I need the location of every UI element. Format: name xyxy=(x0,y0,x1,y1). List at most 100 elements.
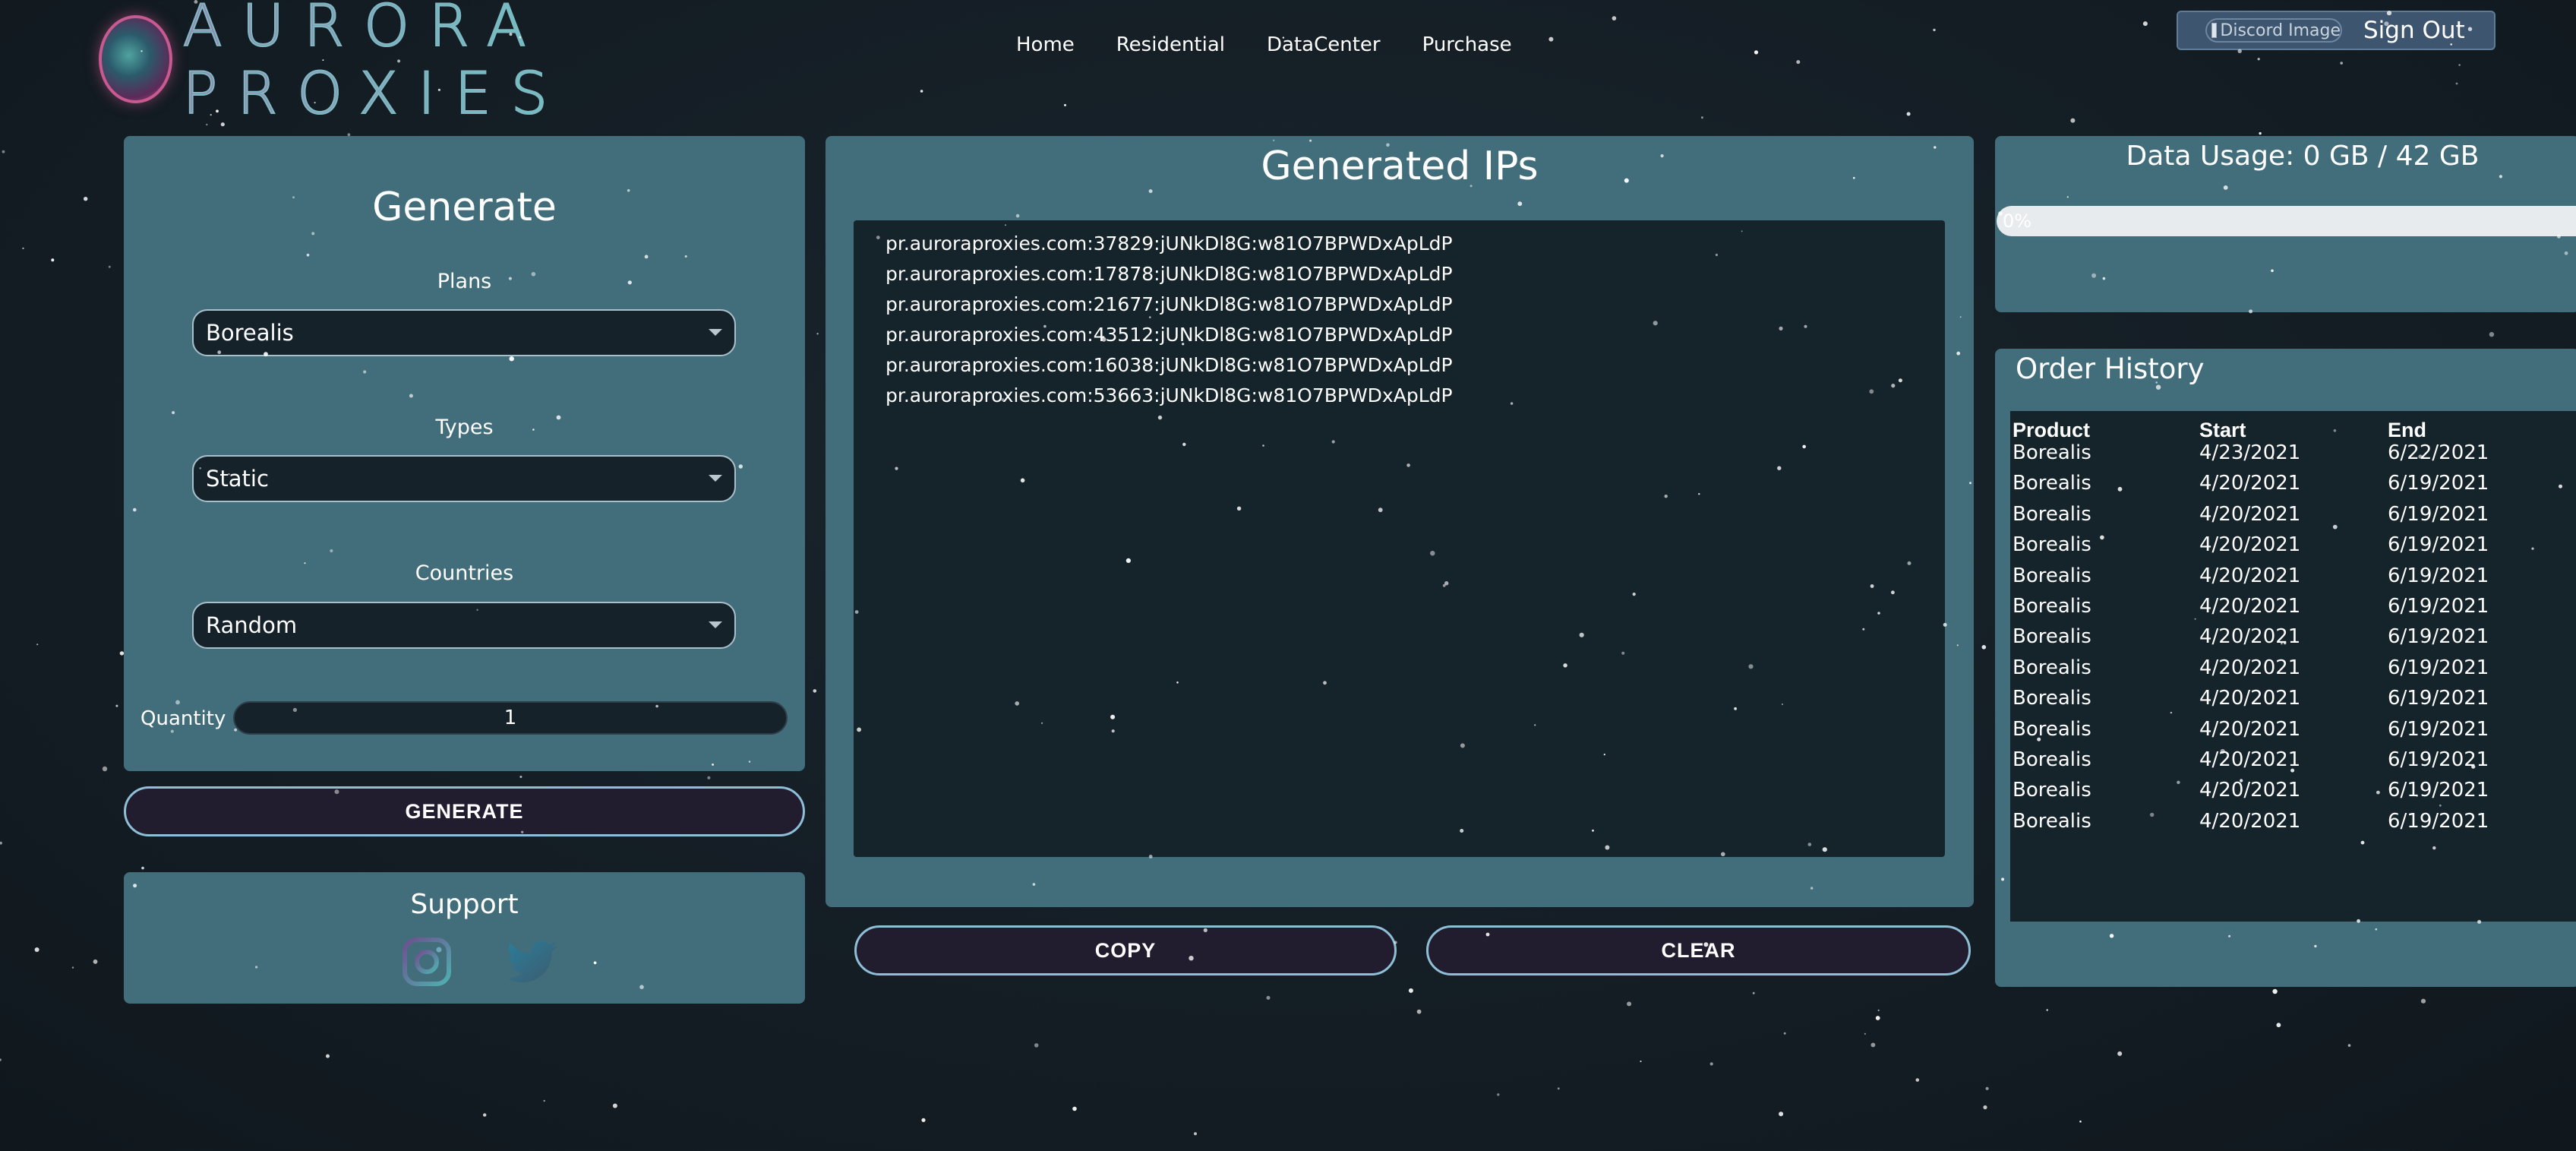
table-row: Borealis 4/20/2021 6/19/2021 xyxy=(2010,779,2576,809)
brand-name: AURORA PROXIES xyxy=(182,0,828,128)
countries-value: Random xyxy=(206,612,298,638)
support-panel: Support xyxy=(124,872,805,1004)
brand-logo[interactable]: AURORA PROXIES xyxy=(99,0,828,128)
cell-start: 4/20/2021 xyxy=(2199,748,2301,771)
cell-product: Borealis xyxy=(2012,502,2091,526)
cell-start: 4/20/2021 xyxy=(2199,656,2301,679)
types-value: Static xyxy=(206,466,269,492)
cell-end: 6/19/2021 xyxy=(2388,809,2489,833)
cell-start: 4/20/2021 xyxy=(2199,564,2301,587)
instagram-icon[interactable] xyxy=(402,937,452,987)
data-usage-label: Data Usage: 0 GB / 42 GB xyxy=(2126,141,2480,172)
cell-product: Borealis xyxy=(2012,779,2091,802)
table-row: Borealis 4/20/2021 6/19/2021 xyxy=(2010,718,2576,748)
cell-start: 4/20/2021 xyxy=(2199,779,2301,802)
table-row: Borealis 4/20/2021 6/19/2021 xyxy=(2010,748,2576,779)
table-row: Borealis 4/20/2021 6/19/2021 xyxy=(2010,625,2576,656)
cell-product: Borealis xyxy=(2012,687,2091,710)
sign-out-label: Sign Out xyxy=(2363,17,2465,44)
countries-select[interactable]: Random xyxy=(192,602,736,649)
cell-end: 6/19/2021 xyxy=(2388,748,2489,771)
table-row: Borealis 4/20/2021 6/19/2021 xyxy=(2010,595,2576,625)
cell-product: Borealis xyxy=(2012,533,2091,557)
discord-image-alt: Discord Image xyxy=(2220,21,2341,40)
cell-end: 6/19/2021 xyxy=(2388,595,2489,618)
ip-line: pr.auroraproxies.com:37829:jUNkDl8G:w81O… xyxy=(886,232,1453,255)
cell-product: Borealis xyxy=(2012,656,2091,679)
ip-line: pr.auroraproxies.com:43512:jUNkDl8G:w81O… xyxy=(886,324,1453,346)
chevron-down-icon xyxy=(709,329,722,336)
ip-line: pr.auroraproxies.com:21677:jUNkDl8G:w81O… xyxy=(886,293,1453,315)
nav-purchase[interactable]: Purchase xyxy=(1422,33,1512,56)
table-row: Borealis 4/20/2021 6/19/2021 xyxy=(2010,533,2576,564)
quantity-input[interactable]: 1 xyxy=(233,701,788,735)
sign-out-button[interactable]: Discord Image Sign Out xyxy=(2177,11,2496,50)
nav-datacenter[interactable]: DataCenter xyxy=(1267,33,1381,56)
cell-end: 6/22/2021 xyxy=(2388,441,2489,464)
ip-line: pr.auroraproxies.com:16038:jUNkDl8G:w81O… xyxy=(886,354,1453,376)
cell-end: 6/19/2021 xyxy=(2388,687,2489,710)
cell-end: 6/19/2021 xyxy=(2388,472,2489,495)
plans-select[interactable]: Borealis xyxy=(192,309,736,356)
cell-start: 4/20/2021 xyxy=(2199,717,2301,741)
usage-progress-bar: 0% xyxy=(1997,206,2576,236)
cell-product: Borealis xyxy=(2012,717,2091,741)
types-label: Types xyxy=(435,416,494,439)
main-nav: Home Residential DataCenter Purchase xyxy=(1016,33,1554,56)
order-history-table: Product Start End Borealis 4/23/2021 6/22/… xyxy=(2010,411,2576,922)
table-row: Borealis 4/20/2021 6/19/2021 xyxy=(2010,564,2576,595)
chevron-down-icon xyxy=(709,475,722,482)
generated-ips-textarea[interactable]: pr.auroraproxies.com:37829:jUNkDl8G:w81O… xyxy=(854,220,1945,857)
table-row: Borealis 4/20/2021 6/19/2021 xyxy=(2010,687,2576,717)
cell-start: 4/20/2021 xyxy=(2199,472,2301,495)
generated-ips-panel: Generated IPs pr.auroraproxies.com:37829… xyxy=(826,136,1974,907)
table-row: Borealis 4/20/2021 6/19/2021 xyxy=(2010,656,2576,687)
cell-start: 4/20/2021 xyxy=(2199,595,2301,618)
types-select[interactable]: Static xyxy=(192,455,736,502)
discord-avatar: Discord Image xyxy=(2205,18,2342,43)
cell-end: 6/19/2021 xyxy=(2388,502,2489,526)
generate-button[interactable]: GENERATE xyxy=(124,786,805,836)
table-row: Borealis 4/20/2021 6/19/2021 xyxy=(2010,810,2576,840)
support-title: Support xyxy=(410,889,519,920)
cell-start: 4/20/2021 xyxy=(2199,502,2301,526)
cell-product: Borealis xyxy=(2012,564,2091,587)
nav-home[interactable]: Home xyxy=(1016,33,1075,56)
clear-button[interactable]: CLEAR xyxy=(1426,925,1971,976)
cell-product: Borealis xyxy=(2012,625,2091,649)
column-header-start: Start xyxy=(2199,419,2246,441)
table-row: Borealis 4/20/2021 6/19/2021 xyxy=(2010,472,2576,502)
order-history-title: Order History xyxy=(2016,353,2205,385)
cell-end: 6/19/2021 xyxy=(2388,625,2489,649)
copy-button[interactable]: COPY xyxy=(854,925,1397,976)
cell-end: 6/19/2021 xyxy=(2388,717,2489,741)
cell-start: 4/23/2021 xyxy=(2199,441,2301,464)
logo-orb-icon xyxy=(99,15,172,103)
cell-start: 4/20/2021 xyxy=(2199,687,2301,710)
cell-product: Borealis xyxy=(2012,595,2091,618)
cell-start: 4/20/2021 xyxy=(2199,533,2301,557)
cell-end: 6/19/2021 xyxy=(2388,656,2489,679)
quantity-label: Quantity xyxy=(140,707,226,730)
table-row: Borealis 4/20/2021 6/19/2021 xyxy=(2010,503,2576,533)
cell-product: Borealis xyxy=(2012,441,2091,464)
column-header-end: End xyxy=(2388,419,2426,441)
generated-ips-title: Generated IPs xyxy=(1261,144,1539,189)
cell-end: 6/19/2021 xyxy=(2388,779,2489,802)
data-usage-panel: Data Usage: 0 GB / 42 GB 0% xyxy=(1995,136,2576,312)
countries-label: Countries xyxy=(415,561,514,585)
broken-image-icon xyxy=(2211,23,2218,38)
ip-line: pr.auroraproxies.com:53663:jUNkDl8G:w81O… xyxy=(886,384,1453,406)
cell-product: Borealis xyxy=(2012,809,2091,833)
generate-panel: Generate Plans Borealis Types Static Cou… xyxy=(124,136,805,771)
chevron-down-icon xyxy=(709,621,722,628)
table-row: Borealis 4/23/2021 6/22/2021 xyxy=(2010,441,2576,472)
twitter-icon[interactable] xyxy=(507,940,558,985)
column-header-product: Product xyxy=(2012,419,2091,441)
usage-percent-label: 0% xyxy=(2003,210,2032,232)
cell-start: 4/20/2021 xyxy=(2199,625,2301,649)
cell-start: 4/20/2021 xyxy=(2199,809,2301,833)
nav-residential[interactable]: Residential xyxy=(1116,33,1225,56)
plans-value: Borealis xyxy=(206,320,294,346)
cell-product: Borealis xyxy=(2012,748,2091,771)
